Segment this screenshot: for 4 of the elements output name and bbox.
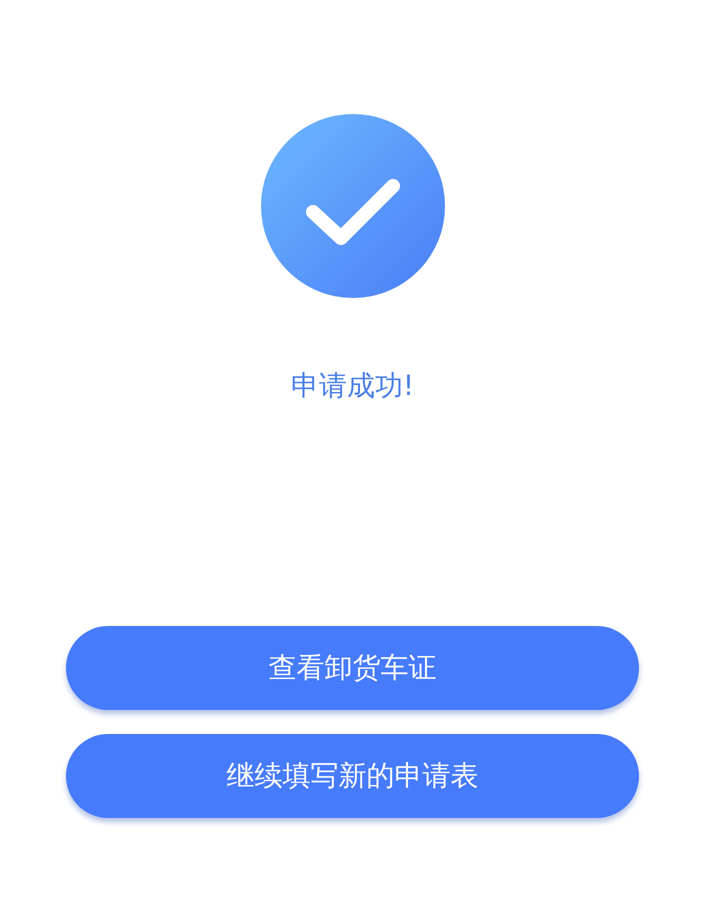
success-check-icon	[260, 114, 444, 298]
action-button[interactable]: 继续填写新的申请表	[66, 734, 639, 818]
success-message: 申请成功!	[290, 368, 414, 404]
action-button[interactable]: 查看卸货车证	[66, 626, 639, 710]
